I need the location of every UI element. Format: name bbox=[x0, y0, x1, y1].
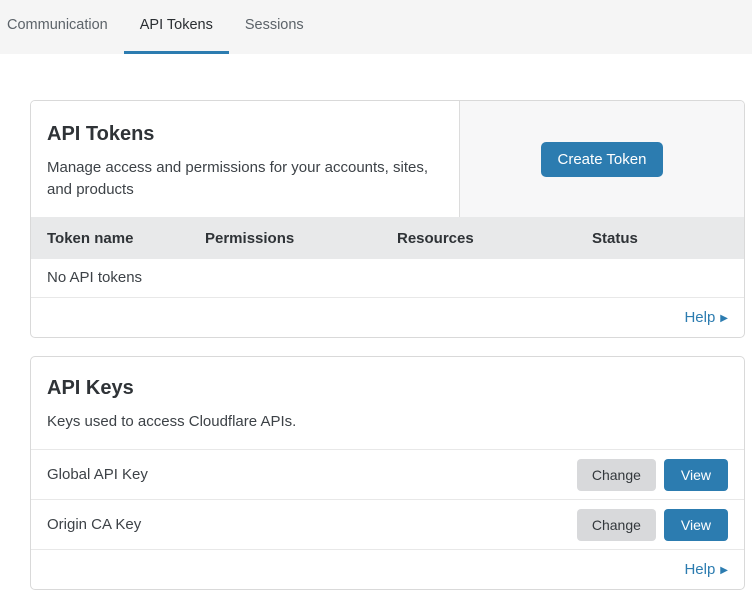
api-tokens-card-action-panel: Create Token bbox=[459, 101, 744, 217]
global-api-key-label: Global API Key bbox=[47, 466, 577, 483]
column-permissions: Permissions bbox=[205, 230, 397, 247]
token-table-header: Token name Permissions Resources Status bbox=[31, 217, 744, 259]
help-arrow-icon: ▶ bbox=[720, 565, 728, 576]
page-content: API Tokens Manage access and permissions… bbox=[30, 100, 745, 590]
api-tokens-description: Manage access and permissions for your a… bbox=[47, 157, 443, 201]
tab-communication[interactable]: Communication bbox=[0, 0, 124, 54]
global-api-key-row: Global API Key Change View bbox=[31, 450, 744, 500]
column-status: Status bbox=[592, 230, 744, 247]
origin-ca-key-view-button[interactable]: View bbox=[664, 509, 728, 541]
api-tokens-card: API Tokens Manage access and permissions… bbox=[30, 100, 745, 338]
create-token-button[interactable]: Create Token bbox=[541, 142, 664, 177]
api-tokens-title: API Tokens bbox=[47, 123, 443, 146]
api-keys-card: API Keys Keys used to access Cloudflare … bbox=[30, 356, 745, 590]
help-arrow-icon: ▶ bbox=[720, 313, 728, 324]
tab-sessions[interactable]: Sessions bbox=[229, 0, 320, 54]
api-keys-card-footer: Help ▶ bbox=[31, 550, 744, 589]
origin-ca-key-row: Origin CA Key Change View bbox=[31, 500, 744, 550]
api-tokens-card-header: API Tokens Manage access and permissions… bbox=[31, 101, 744, 217]
help-link-label: Help bbox=[684, 561, 715, 578]
api-keys-help-link[interactable]: Help ▶ bbox=[684, 561, 728, 578]
settings-tab-bar: Communication API Tokens Sessions bbox=[0, 0, 752, 54]
help-link-label: Help bbox=[684, 309, 715, 326]
api-keys-title: API Keys bbox=[47, 377, 728, 400]
api-keys-card-header: API Keys Keys used to access Cloudflare … bbox=[31, 357, 744, 450]
origin-ca-key-change-button[interactable]: Change bbox=[577, 509, 656, 541]
column-token-name: Token name bbox=[47, 230, 205, 247]
tab-api-tokens[interactable]: API Tokens bbox=[124, 0, 229, 54]
api-keys-description: Keys used to access Cloudflare APIs. bbox=[47, 411, 449, 433]
origin-ca-key-label: Origin CA Key bbox=[47, 516, 577, 533]
token-table-empty-row: No API tokens bbox=[31, 259, 744, 298]
api-tokens-help-link[interactable]: Help ▶ bbox=[684, 309, 728, 326]
api-tokens-card-footer: Help ▶ bbox=[31, 298, 744, 337]
api-tokens-card-header-text: API Tokens Manage access and permissions… bbox=[31, 101, 459, 217]
column-resources: Resources bbox=[397, 230, 592, 247]
global-api-key-change-button[interactable]: Change bbox=[577, 459, 656, 491]
global-api-key-view-button[interactable]: View bbox=[664, 459, 728, 491]
